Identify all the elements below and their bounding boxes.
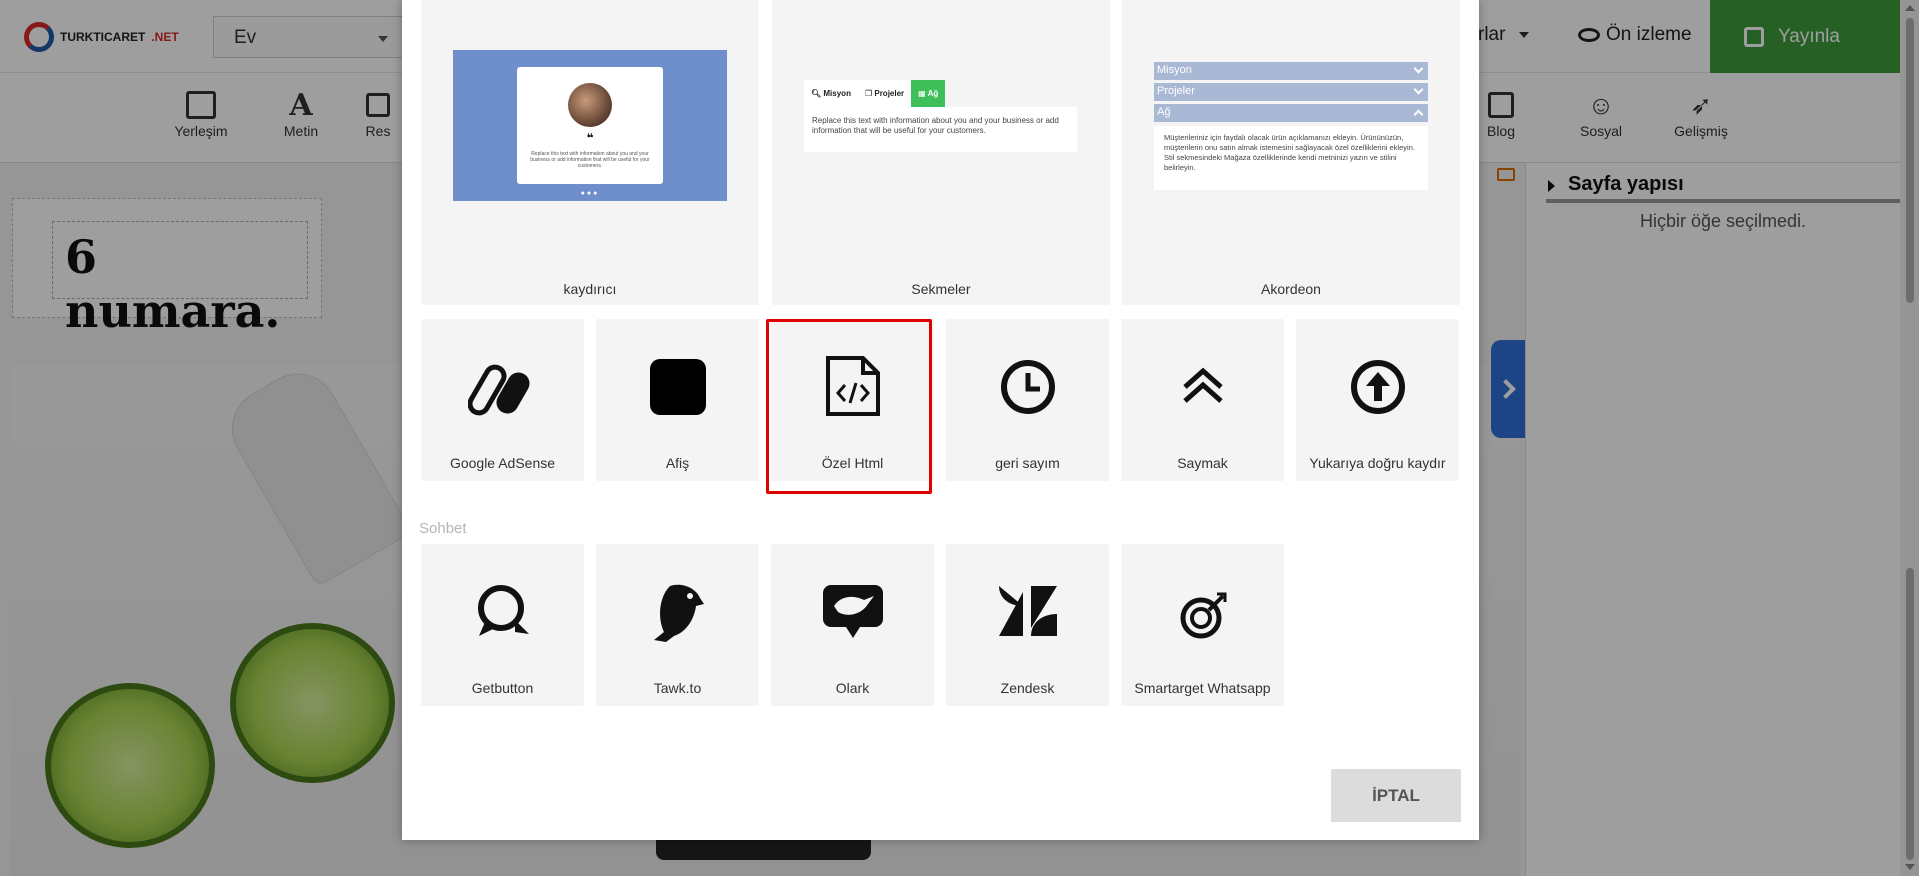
accordion-preview-row: Projeler [1154,83,1428,101]
widget-picker-modal: ❝ Replace this text with information abo… [402,0,1479,840]
olark-bird-icon [820,582,886,642]
accordion-row-label: Ağ [1157,106,1171,118]
widget-card-label: Olark [835,680,870,696]
widget-card-slider[interactable]: ❝ Replace this text with information abo… [421,0,759,305]
tabs-preview-tab-active: ▦ Ağ [911,80,946,107]
banner-square-icon [649,359,706,415]
avatar [568,83,612,127]
accordion-preview-row: Ağ [1154,104,1428,122]
widget-card-label: Saymak [1177,455,1228,471]
widget-card-label: kaydırıcı [563,281,617,297]
slider-preview-card: ❝ Replace this text with information abo… [517,67,663,184]
widget-card-olark[interactable]: Olark [771,544,934,706]
chevron-up-icon [1413,109,1424,120]
target-dollar-icon [1179,592,1227,640]
widget-card-smartarget-whatsapp[interactable]: Smartarget Whatsapp [1121,544,1284,706]
widget-card-label: Google AdSense [449,455,556,471]
widget-card-label: Smartarget Whatsapp [1134,680,1271,696]
widget-card-counter[interactable]: Saymak [1121,319,1284,481]
double-chevron-up-icon [1181,365,1225,409]
slider-preview-text: Replace this text with information about… [530,151,650,169]
widget-card-label: Getbutton [471,680,534,696]
adsense-icon [467,357,538,417]
tabs-preview-tab: 🔍︎ Misyon [804,80,858,107]
chevron-down-icon [1413,84,1424,95]
clock-icon [1000,359,1056,415]
widget-card-label: Zendesk [1000,680,1055,696]
quote-icon: ❝ [586,131,594,145]
tabs-preview-tab-label: Misyon [823,89,851,98]
widget-card-label: geri sayım [995,455,1060,471]
selected-widget-outline [766,319,932,494]
widget-card-getbutton[interactable]: Getbutton [421,544,584,706]
accordion-preview-row: Misyon [1154,62,1428,80]
widget-card-countdown[interactable]: geri sayım [946,319,1109,481]
accordion-row-label: Projeler [1157,85,1195,97]
widget-card-zendesk[interactable]: Zendesk [946,544,1109,706]
widget-card-tawkto[interactable]: Tawk.to [596,544,759,706]
widget-card-label: Afiş [665,455,690,471]
widget-card-scroll-to-top[interactable]: Yukarıya doğru kaydır [1296,319,1459,481]
chat-section-title: Sohbet [419,520,467,537]
widget-card-label: Tawk.to [653,680,702,696]
widget-card-label: Akordeon [1261,281,1321,297]
search-icon: 🔍︎ [811,89,822,98]
tabs-preview: 🔍︎ Misyon ❐ Projeler ▦ Ağ Replace this t… [804,80,1077,152]
widget-card-banner[interactable]: Afiş [596,319,759,481]
network-icon: ▦ [918,89,926,98]
accordion-row-label: Misyon [1157,64,1192,76]
slider-dots-icon: ●●● [580,190,600,197]
widget-card-google-adsense[interactable]: Google AdSense [421,319,584,481]
widget-card-label: Sekmeler [911,281,971,297]
tabs-preview-tab-label: Projeler [874,89,905,98]
getbutton-icon [471,582,535,642]
tabs-preview-tab-label: Ağ [927,89,939,98]
widget-card-accordion[interactable]: Misyon Projeler Ağ Müşterileriniz için f… [1122,0,1460,305]
zendesk-icon [997,584,1059,636]
tabs-preview-text: Replace this text with information about… [804,107,1077,152]
slider-preview: ❝ Replace this text with information abo… [453,50,727,201]
accordion-preview-text: Müşterileriniz için faydalı olacak ürün … [1154,126,1428,190]
tabs-preview-tab: ❐ Projeler [857,80,912,107]
accordion-preview: Misyon Projeler Ağ Müşterileriniz için f… [1154,62,1428,190]
copy-icon: ❐ [864,89,873,98]
tawkto-parrot-icon [646,580,710,644]
chevron-down-icon [1413,63,1424,74]
arrow-up-circle-icon [1350,359,1406,415]
widget-card-tabs[interactable]: 🔍︎ Misyon ❐ Projeler ▦ Ağ Replace this t… [772,0,1110,305]
widget-card-label: Yukarıya doğru kaydır [1309,455,1446,471]
cancel-button[interactable]: İPTAL [1331,769,1461,822]
